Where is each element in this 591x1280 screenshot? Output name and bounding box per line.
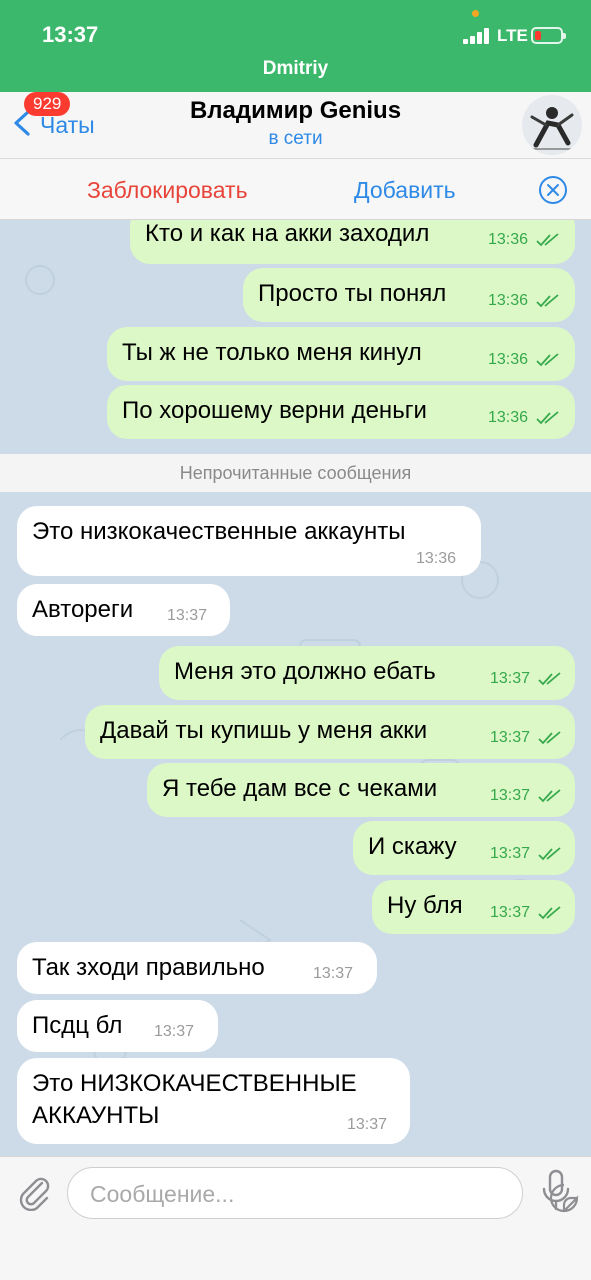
message-text-line-1: Это НИЗКОКАЧЕСТВЕННЫЕ xyxy=(32,1070,357,1097)
message-text: По хорошему верни деньги xyxy=(122,397,427,424)
read-receipt-icon xyxy=(536,294,559,308)
message-bubble[interactable]: Псдц бл 13:37 xyxy=(17,1000,218,1052)
privacy-indicator-dot xyxy=(472,10,479,17)
message-time: 13:37 xyxy=(313,965,354,982)
close-icon[interactable] xyxy=(538,175,568,205)
microphone-icon[interactable] xyxy=(540,1169,572,1213)
message-time: 13:37 xyxy=(154,1023,195,1040)
read-receipt-icon xyxy=(538,906,561,920)
message-text: Кто и как на акки заходил xyxy=(145,220,430,247)
message-input[interactable] xyxy=(88,1178,462,1210)
read-receipt-icon xyxy=(536,233,559,247)
message-input-container xyxy=(67,1167,579,1219)
message-time: 13:37 xyxy=(490,787,531,804)
message-bubble[interactable]: И скажу 13:37 xyxy=(353,821,575,875)
message-time: 13:36 xyxy=(488,351,529,368)
call-status-bar[interactable]: 13:37 LTE Dmitriy xyxy=(0,0,591,92)
clock: 13:37 xyxy=(42,22,99,47)
message-bubble[interactable]: Кто и как на акки заходил 13:36 xyxy=(130,220,575,264)
network-type: LTE xyxy=(497,26,528,45)
chat-header: Чаты 929 Владимир Genius в сети xyxy=(0,92,591,158)
message-bubble[interactable]: Просто ты понял 13:36 xyxy=(243,268,575,322)
message-bubble[interactable]: Я тебе дам все с чеками 13:37 xyxy=(147,763,575,817)
message-time: 13:36 xyxy=(488,231,529,248)
message-text: Это низкокачественные аккаунты xyxy=(32,518,406,545)
signal-icon xyxy=(463,28,493,44)
message-bubble[interactable]: Это низкокачественные аккаунты 13:36 xyxy=(17,506,481,576)
message-list[interactable]: Кто и как на акки заходил 13:36 Просто т… xyxy=(0,220,591,1156)
message-text: Ну бля xyxy=(387,892,463,919)
message-text: Меня это должно ебать xyxy=(174,658,436,685)
contact-actions-bar: Заблокировать Добавить xyxy=(0,158,591,220)
message-text: Давай ты купишь у меня акки xyxy=(100,717,428,744)
add-contact-button[interactable]: Добавить xyxy=(354,177,456,204)
message-time: 13:36 xyxy=(416,550,457,567)
unread-divider: Непрочитанные сообщения xyxy=(0,454,591,492)
avatar[interactable] xyxy=(522,95,582,155)
message-text-line-2: АККАУНТЫ xyxy=(32,1102,160,1129)
contact-name[interactable]: Владимир Genius xyxy=(0,97,591,125)
paperclip-icon[interactable] xyxy=(14,1171,54,1211)
contact-status: в сети xyxy=(268,128,323,149)
message-text: Ты ж не только меня кинул xyxy=(122,339,422,366)
message-time: 13:37 xyxy=(490,670,531,687)
message-bubble[interactable]: Автореги 13:37 xyxy=(17,584,230,636)
message-text: Так зходи правильно xyxy=(32,954,265,981)
message-bubble[interactable]: Ты ж не только меня кинул 13:36 xyxy=(107,327,575,381)
message-bubble[interactable]: Ну бля 13:37 xyxy=(372,880,575,934)
read-receipt-icon xyxy=(538,847,561,861)
message-text: И скажу xyxy=(368,833,457,860)
message-bubble[interactable]: Это НИЗКОКАЧЕСТВЕННЫЕ АККАУНТЫ 13:37 xyxy=(17,1058,410,1144)
read-receipt-icon xyxy=(536,411,559,425)
message-text: Автореги xyxy=(32,596,134,623)
read-receipt-icon xyxy=(538,672,561,686)
message-composer xyxy=(0,1156,591,1280)
active-call-name: Dmitriy xyxy=(262,58,329,79)
message-bubble[interactable]: По хорошему верни деньги 13:36 xyxy=(107,385,575,439)
message-time: 13:37 xyxy=(347,1116,388,1133)
read-receipt-icon xyxy=(538,789,561,803)
battery-icon xyxy=(531,27,566,44)
message-text: Я тебе дам все с чеками xyxy=(162,775,438,802)
block-button[interactable]: Заблокировать xyxy=(87,177,248,204)
message-time: 13:37 xyxy=(490,845,531,862)
message-time: 13:37 xyxy=(490,729,531,746)
message-bubble[interactable]: Так зходи правильно 13:37 xyxy=(17,942,377,994)
message-time: 13:37 xyxy=(490,904,531,921)
message-time: 13:36 xyxy=(488,409,529,426)
message-text: Просто ты понял xyxy=(258,280,447,307)
message-text: Псдц бл xyxy=(32,1012,123,1039)
message-time: 13:36 xyxy=(488,292,529,309)
read-receipt-icon xyxy=(536,353,559,367)
message-bubble[interactable]: Меня это должно ебать 13:37 xyxy=(159,646,575,700)
message-time: 13:37 xyxy=(167,607,208,624)
read-receipt-icon xyxy=(538,731,561,745)
message-bubble[interactable]: Давай ты купишь у меня акки 13:37 xyxy=(85,705,575,759)
